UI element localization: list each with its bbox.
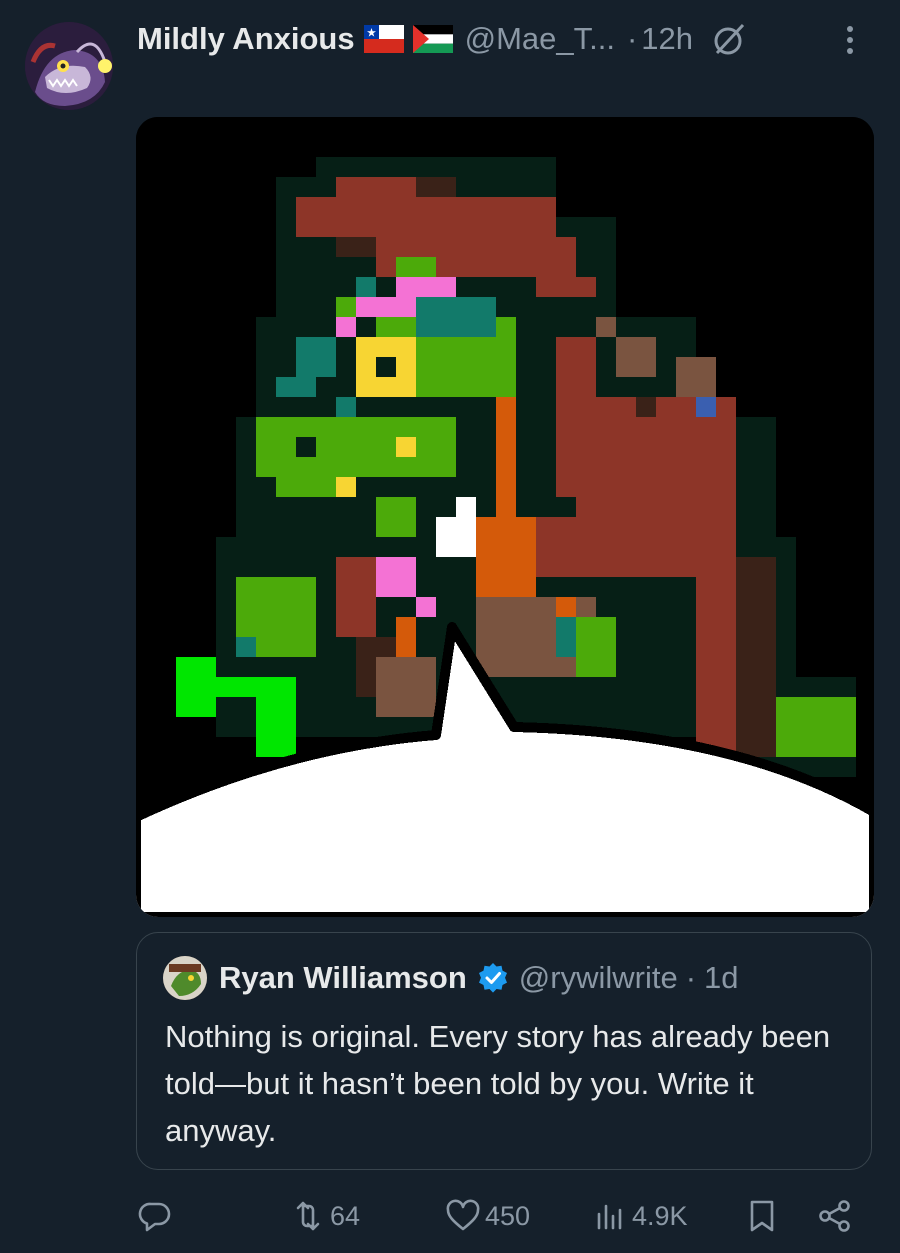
author-handle[interactable]: @Mae_T... (465, 21, 615, 57)
views-button[interactable]: 4.9K (592, 1190, 688, 1242)
quoted-tweet-text: Nothing is original. Every story has alr… (165, 1019, 831, 1148)
verified-badge-icon[interactable] (477, 962, 509, 994)
action-bar: 64 450 4.9K (0, 1190, 900, 1242)
quoted-display-name[interactable]: Ryan Williamson (219, 960, 467, 996)
quoted-tweet[interactable]: Ryan Williamson @rywilwrite · 1d Nothing… (136, 932, 872, 1170)
palestine-flag-icon (412, 25, 453, 53)
display-name[interactable]: Mildly Anxious (137, 21, 355, 57)
bookmark-icon (750, 1200, 774, 1232)
reply-button[interactable] (137, 1190, 177, 1242)
view-count: 4.9K (632, 1200, 688, 1231)
like-count: 450 (485, 1200, 531, 1231)
separator-dot: · (685, 960, 697, 995)
author-avatar[interactable] (25, 22, 113, 110)
quoted-author-handle[interactable]: @rywilwrite (519, 960, 678, 996)
analytics-icon (597, 1204, 622, 1230)
reply-icon (138, 1202, 171, 1232)
bookmark-button[interactable] (744, 1190, 780, 1242)
pixel-art-dinosaur-image (136, 117, 874, 917)
heart-icon (446, 1199, 480, 1231)
quoted-author-avatar[interactable] (163, 956, 207, 1000)
retweet-icon (296, 1201, 320, 1231)
more-vertical-icon (847, 26, 853, 54)
chile-flag-icon (363, 25, 404, 53)
quoted-timestamp[interactable]: 1d (704, 960, 738, 996)
separator-dot: · (626, 21, 638, 56)
share-button[interactable] (817, 1190, 853, 1242)
tweet-header: Mildly Anxious @Mae_T... · 12h (137, 14, 870, 64)
tweet-media[interactable] (136, 117, 874, 917)
lizard-avatar-icon (163, 956, 207, 1000)
retweet-button[interactable]: 64 (290, 1190, 360, 1242)
like-button[interactable]: 450 (445, 1190, 530, 1242)
anglerfish-avatar-icon (25, 22, 113, 110)
retweet-count: 64 (330, 1200, 361, 1231)
quoted-tweet-header: Ryan Williamson @rywilwrite · 1d (163, 953, 739, 1003)
more-options-button[interactable] (830, 20, 870, 60)
grok-icon[interactable] (709, 19, 749, 59)
timestamp[interactable]: 12h (641, 21, 693, 57)
tweet[interactable]: Mildly Anxious @Mae_T... · 12h Ryan Will… (0, 0, 900, 1253)
share-icon (819, 1200, 850, 1232)
